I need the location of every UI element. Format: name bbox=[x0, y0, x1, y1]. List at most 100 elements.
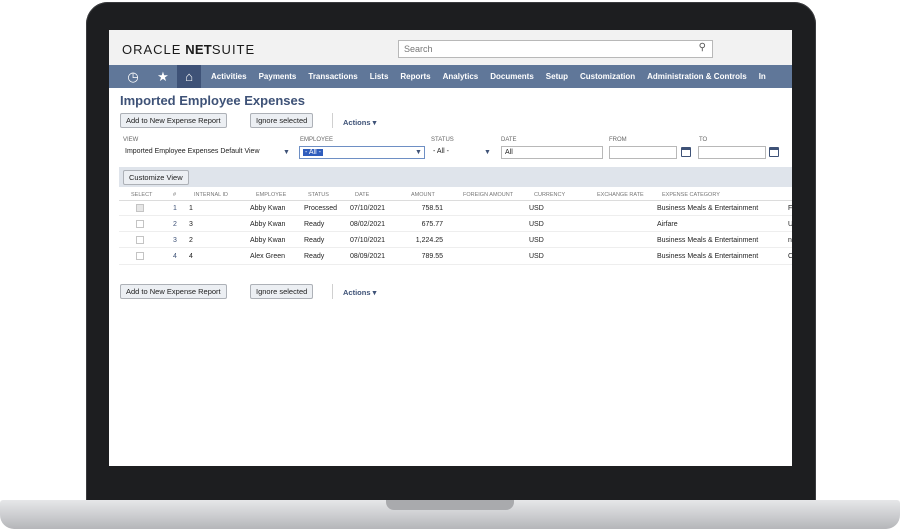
row-number-link[interactable]: 3 bbox=[173, 237, 177, 244]
ignore-selected-button[interactable]: Ignore selected bbox=[250, 113, 314, 128]
row-overflow-text: F bbox=[788, 205, 792, 212]
col-select: SELECT bbox=[131, 192, 153, 198]
row-status: Ready bbox=[304, 221, 325, 228]
star-icon[interactable]: ★ bbox=[151, 65, 175, 88]
row-currency: USD bbox=[529, 221, 544, 228]
nav-item-activities[interactable]: Activities bbox=[205, 65, 253, 88]
view-select[interactable]: Imported Employee Expenses Default View bbox=[120, 146, 282, 159]
to-calendar-icon[interactable] bbox=[769, 147, 779, 157]
row-overflow-text: n bbox=[788, 237, 792, 244]
status-dropdown-icon[interactable]: ▼ bbox=[484, 146, 491, 159]
col-currency: CURRENCY bbox=[534, 192, 566, 198]
col-foreign-amount: FOREIGN AMOUNT bbox=[463, 192, 514, 198]
view-dropdown-icon[interactable]: ▼ bbox=[283, 146, 290, 159]
row-amount: 1,224.25 bbox=[415, 237, 443, 244]
employee-selected-value: - All - bbox=[303, 149, 323, 156]
app-screen: ORACLE NETSUITE Search ⚲ ◷ ★ ⌂ Activitie… bbox=[109, 30, 792, 466]
col-internal-id: INTERNAL ID bbox=[194, 192, 229, 198]
row-number-link[interactable]: 1 bbox=[173, 205, 177, 212]
status-label: STATUS bbox=[431, 137, 454, 143]
col-exchange-rate: EXCHANGE RATE bbox=[597, 192, 644, 198]
row-amount: 758.51 bbox=[421, 205, 443, 212]
nav-item-analytics[interactable]: Analytics bbox=[437, 65, 485, 88]
row-date: 08/02/2021 bbox=[350, 221, 386, 228]
global-search-input[interactable]: Search ⚲ bbox=[398, 40, 713, 58]
row-employee: Alex Green bbox=[250, 253, 286, 260]
row-category: Airfare bbox=[657, 221, 678, 228]
row-date: 08/09/2021 bbox=[350, 253, 386, 260]
row-amount: 789.55 bbox=[421, 253, 443, 260]
nav-item-lists[interactable]: Lists bbox=[364, 65, 395, 88]
from-calendar-icon[interactable] bbox=[681, 147, 691, 157]
nav-item-overflow[interactable]: In bbox=[753, 65, 772, 88]
row-divider bbox=[119, 247, 792, 248]
add-to-expense-report-button-bottom[interactable]: Add to New Expense Report bbox=[120, 284, 227, 299]
search-icon[interactable]: ⚲ bbox=[699, 43, 706, 53]
laptop-notch bbox=[386, 500, 514, 510]
add-to-expense-report-button[interactable]: Add to New Expense Report bbox=[120, 113, 227, 128]
actions-menu-bottom[interactable]: Actions ▾ bbox=[343, 288, 376, 297]
row-divider bbox=[119, 264, 792, 265]
employee-label: EMPLOYEE bbox=[300, 137, 334, 143]
row-divider bbox=[119, 215, 792, 216]
employee-select[interactable]: - All - bbox=[299, 146, 425, 159]
row-internal-id: 4 bbox=[189, 253, 193, 260]
date-label: DATE bbox=[501, 137, 517, 143]
col-status: STATUS bbox=[308, 192, 329, 198]
ignore-selected-button-bottom[interactable]: Ignore selected bbox=[250, 284, 314, 299]
row-select-checkbox[interactable] bbox=[136, 252, 144, 260]
list-toolbar bbox=[119, 167, 792, 187]
customize-view-button[interactable]: Customize View bbox=[123, 170, 189, 185]
recent-icon[interactable]: ◷ bbox=[121, 65, 145, 88]
search-placeholder: Search bbox=[404, 44, 433, 54]
toolbar-divider bbox=[332, 113, 333, 128]
row-employee: Abby Kwan bbox=[250, 205, 286, 212]
row-employee: Abby Kwan bbox=[250, 237, 286, 244]
row-select-checkbox[interactable] bbox=[136, 220, 144, 228]
page-title: Imported Employee Expenses bbox=[120, 93, 305, 108]
row-currency: USD bbox=[529, 205, 544, 212]
main-nav: ◷ ★ ⌂ Activities Payments Transactions L… bbox=[109, 65, 792, 88]
oracle-netsuite-logo[interactable]: ORACLE NETSUITE bbox=[122, 42, 255, 57]
toolbar-divider-bottom bbox=[332, 284, 333, 299]
actions-menu[interactable]: Actions ▾ bbox=[343, 118, 376, 127]
col-date: DATE bbox=[355, 192, 370, 198]
row-divider bbox=[119, 231, 792, 232]
nav-item-administration[interactable]: Administration & Controls bbox=[641, 65, 753, 88]
top-header: ORACLE NETSUITE Search ⚲ bbox=[109, 30, 792, 65]
employee-dropdown-icon[interactable]: ▼ bbox=[415, 146, 422, 159]
row-date: 07/10/2021 bbox=[350, 205, 386, 212]
nav-item-payments[interactable]: Payments bbox=[253, 65, 303, 88]
home-icon[interactable]: ⌂ bbox=[177, 65, 201, 88]
col-amount: AMOUNT bbox=[411, 192, 435, 198]
row-category: Business Meals & Entertainment bbox=[657, 237, 759, 244]
to-label: TO bbox=[699, 137, 708, 143]
row-amount: 675.77 bbox=[421, 221, 443, 228]
row-currency: USD bbox=[529, 237, 544, 244]
row-select-checkbox[interactable] bbox=[136, 236, 144, 244]
from-date-input[interactable] bbox=[609, 146, 677, 159]
row-status: Ready bbox=[304, 237, 325, 244]
row-internal-id: 1 bbox=[189, 205, 193, 212]
date-select[interactable]: All bbox=[501, 146, 603, 159]
nav-item-reports[interactable]: Reports bbox=[394, 65, 436, 88]
row-currency: USD bbox=[529, 253, 544, 260]
view-label: VIEW bbox=[123, 137, 139, 143]
row-number-link[interactable]: 4 bbox=[173, 253, 177, 260]
row-category: Business Meals & Entertainment bbox=[657, 253, 759, 260]
row-category: Business Meals & Entertainment bbox=[657, 205, 759, 212]
nav-menu: Activities Payments Transactions Lists R… bbox=[205, 65, 772, 88]
row-employee: Abby Kwan bbox=[250, 221, 286, 228]
from-label: FROM bbox=[609, 137, 627, 143]
to-date-input[interactable] bbox=[698, 146, 766, 159]
nav-item-transactions[interactable]: Transactions bbox=[302, 65, 363, 88]
col-employee: EMPLOYEE bbox=[256, 192, 287, 198]
col-expense-category: EXPENSE CATEGORY bbox=[662, 192, 720, 198]
row-status: Ready bbox=[304, 253, 325, 260]
nav-item-customization[interactable]: Customization bbox=[574, 65, 641, 88]
row-select-checkbox bbox=[136, 204, 144, 212]
row-number-link[interactable]: 2 bbox=[173, 221, 177, 228]
row-overflow-text: C bbox=[788, 253, 792, 260]
nav-item-documents[interactable]: Documents bbox=[484, 65, 540, 88]
nav-item-setup[interactable]: Setup bbox=[540, 65, 574, 88]
